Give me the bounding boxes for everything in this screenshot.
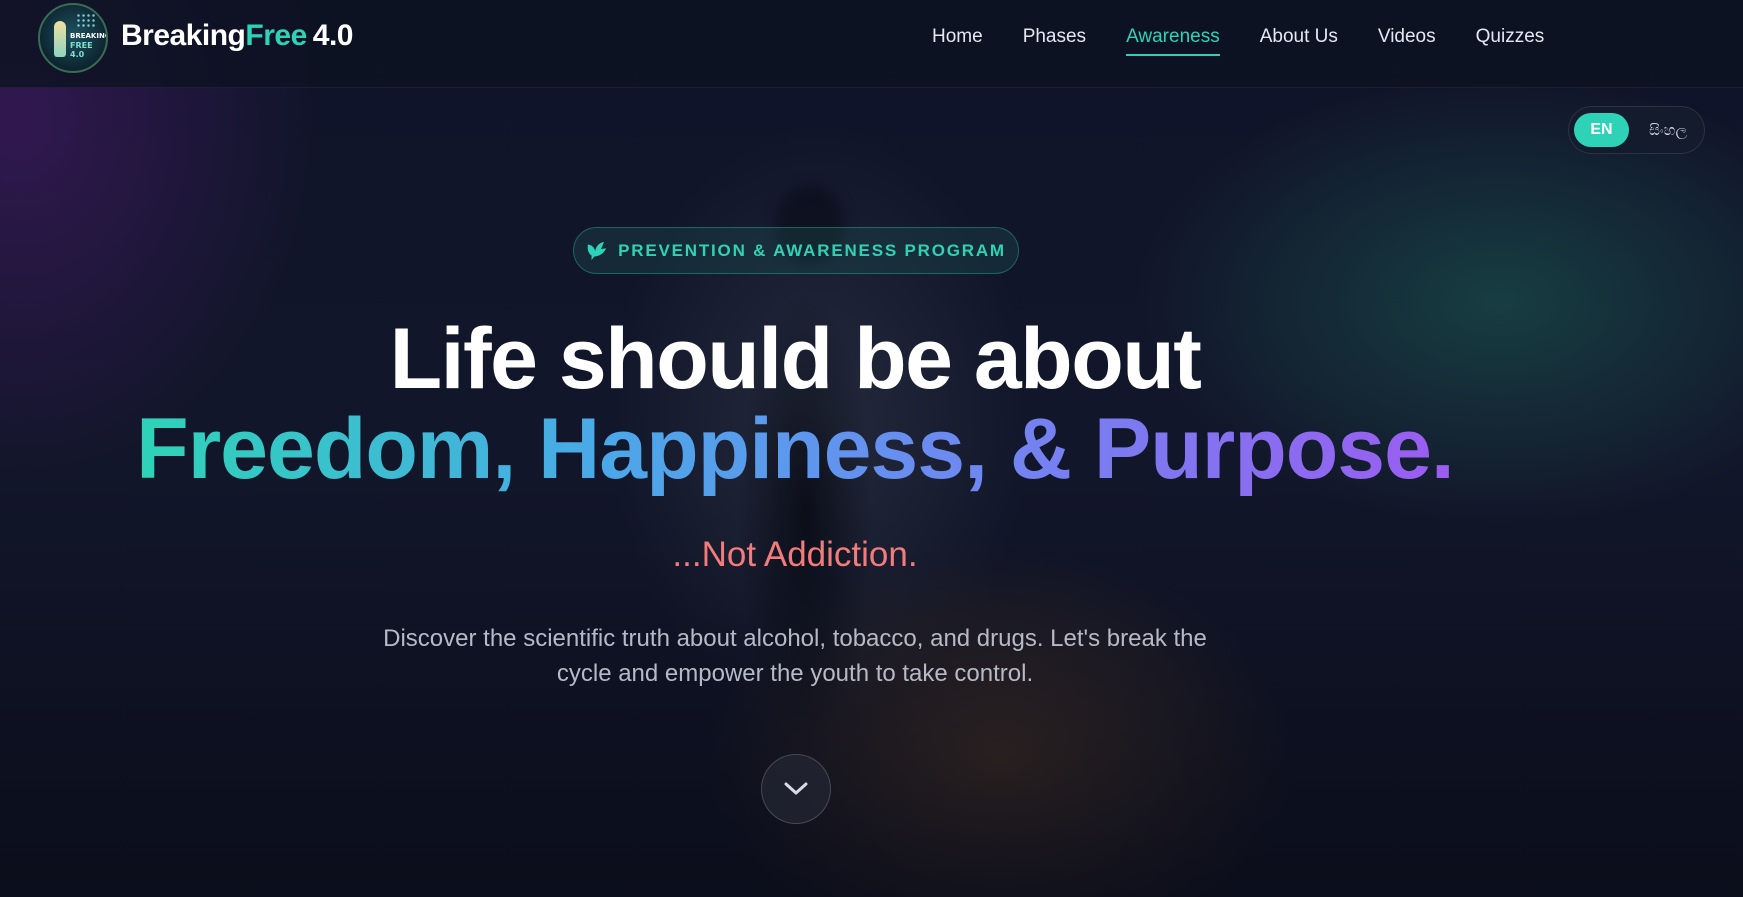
language-sinhala-button[interactable]: සිංහල bbox=[1639, 113, 1697, 147]
nav-home[interactable]: Home bbox=[932, 25, 983, 57]
brand-name-version: 4.0 bbox=[312, 19, 354, 52]
dove-icon bbox=[587, 241, 607, 260]
logo-sparkles bbox=[76, 13, 96, 27]
hero-headline-line1: Life should be about bbox=[389, 311, 1202, 407]
program-badge: PREVENTION & AWARENESS PROGRAM bbox=[573, 227, 1019, 274]
hero-subheadline: ...Not Addiction. bbox=[672, 535, 918, 574]
hero-description: Discover the scientific truth about alco… bbox=[383, 625, 1207, 687]
hero-headline-gradient-text: Freedom, Happiness, & Purpose. bbox=[136, 401, 1455, 497]
nav-videos[interactable]: Videos bbox=[1378, 25, 1436, 57]
navbar: BREAKING FREE 4.0 Breaking Free 4.0 Home P… bbox=[0, 0, 1743, 88]
brand-name-part2: Free bbox=[245, 19, 307, 52]
logo-badge[interactable]: BREAKING FREE 4.0 bbox=[38, 3, 108, 73]
logo-text-line1: BREAKING bbox=[70, 32, 108, 40]
nav-awareness[interactable]: Awareness bbox=[1126, 25, 1220, 57]
language-en-button[interactable]: EN bbox=[1574, 113, 1629, 147]
logo-text-line2: FREE 4.0 bbox=[70, 41, 93, 59]
nav-phases[interactable]: Phases bbox=[1023, 25, 1086, 57]
scroll-down-button[interactable] bbox=[761, 754, 831, 824]
program-badge-label: PREVENTION & AWARENESS PROGRAM bbox=[618, 240, 1006, 260]
brand-name-part1: Breaking bbox=[121, 19, 246, 52]
nav-quizzes[interactable]: Quizzes bbox=[1476, 25, 1545, 57]
language-toggle: EN සිංහල bbox=[1568, 106, 1705, 154]
nav-about-us[interactable]: About Us bbox=[1260, 25, 1338, 57]
brand-name[interactable]: Breaking Free 4.0 bbox=[121, 19, 353, 53]
chevron-down-icon bbox=[784, 782, 808, 795]
logo-figure-icon bbox=[54, 21, 66, 57]
hero-headline-line2: Freedom, Happiness, & Purpose. bbox=[0, 400, 1590, 499]
nav-menu: Home Phases Awareness About Us Videos Qu… bbox=[932, 25, 1584, 57]
